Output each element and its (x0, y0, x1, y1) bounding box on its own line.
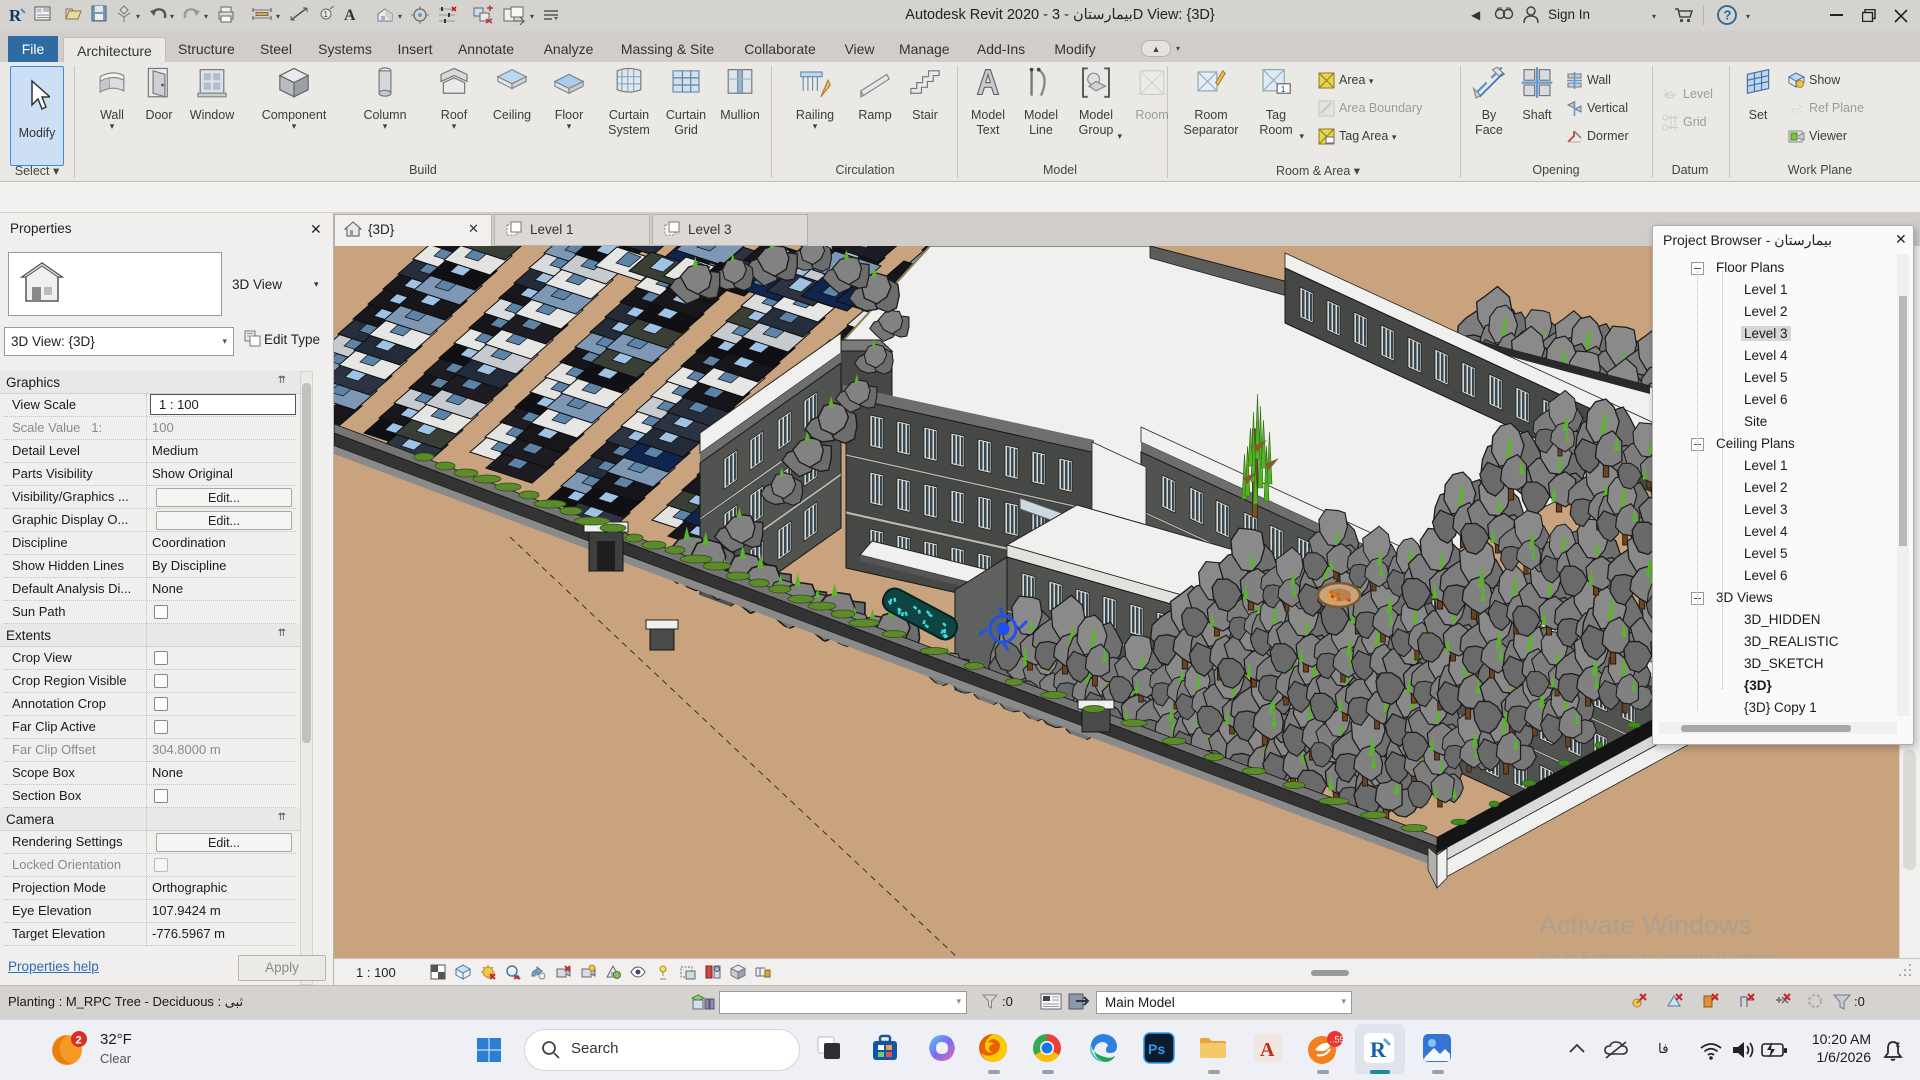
svg-text:A: A (1260, 1039, 1275, 1061)
svg-text:2: 2 (76, 1035, 82, 1047)
svg-text:..59: ..59 (1330, 1035, 1345, 1045)
svg-text:1: 1 (1281, 85, 1286, 94)
svg-text:Activate Windows: Activate Windows (1539, 910, 1752, 940)
svg-text:R: R (9, 6, 22, 25)
svg-text:Ps: Ps (1148, 1041, 1165, 1057)
svg-text:z: z (1896, 1040, 1900, 1049)
svg-text:1: 1 (324, 10, 329, 19)
svg-text:?: ? (1724, 8, 1732, 23)
svg-text:A: A (344, 7, 356, 23)
svg-text:Go to Settings to activate Win: Go to Settings to activate Windows. (1539, 950, 1784, 958)
